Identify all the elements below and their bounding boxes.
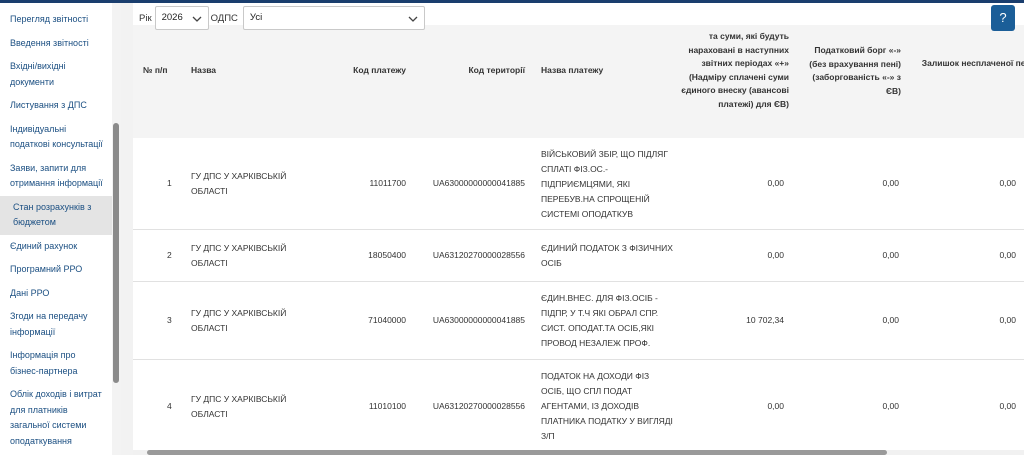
header-payment-code: Код платежу [353,65,406,75]
sidebar-item-business-partner[interactable]: Інформація про бізнес-партнера [0,344,112,383]
cell-num: 1 [167,178,172,188]
cell-payment-name: ЄДИН.ВНЕС. ДЛЯ ФІЗ.ОСІБ - ПІДПР, У Т.Ч Я… [541,293,659,348]
cell-tax-debt: 0,00 [882,250,899,260]
filters-bar: Рік 2026 ОДПС Усі [139,5,425,31]
cell-name: ГУ ДПС У ХАРКІВСЬКІЙ ОБЛАСТІ [191,308,287,333]
cell-num: 3 [167,315,172,325]
cell-payment-code: 11010100 [368,401,406,411]
table-horizontal-scrollbar[interactable] [133,450,1024,455]
sidebar-item-enter-reports[interactable]: Введення звітності [0,32,112,56]
cell-future-amounts: 0,00 [767,401,784,411]
odps-select-value: Усі [249,12,263,23]
sidebar-nav: Перегляд звітності Введення звітності Вх… [0,3,112,455]
cell-unpaid-penalty: 0,00 [999,401,1016,411]
sidebar-item-documents[interactable]: Вхідні/вихідні документи [0,55,112,94]
header-unpaid-penalty: Залишок несплаченої пені [921,58,1024,68]
cell-territory-code: UA63120270000028556 [432,250,525,260]
cell-unpaid-penalty: 0,00 [999,250,1016,260]
cell-payment-code: 18050400 [368,250,406,260]
cell-future-amounts: 0,00 [767,178,784,188]
cell-tax-debt: 0,00 [882,178,899,188]
sidebar-item-income-accounting[interactable]: Облік доходів і витрат для платників заг… [0,383,112,453]
cell-name: ГУ ДПС У ХАРКІВСЬКІЙ ОБЛАСТІ [191,243,287,268]
cell-unpaid-penalty: 0,00 [999,315,1016,325]
cell-tax-debt: 0,00 [882,315,899,325]
main-content: № п/п Назва Код платежу Код території На… [121,3,1024,455]
cell-name: ГУ ДПС У ХАРКІВСЬКІЙ ОБЛАСТІ [191,394,287,419]
sidebar-item-budget-settlements[interactable]: Стан розрахунків з бюджетом [0,195,112,235]
odps-label: ОДПС [210,12,238,24]
header-territory-code: Код території [468,65,525,75]
cell-tax-debt: 0,00 [882,401,899,411]
odps-select[interactable]: Усі [242,6,425,30]
horizontal-scrollbar-thumb[interactable] [147,450,887,455]
table-row: 2 ГУ ДПС У ХАРКІВСЬКІЙ ОБЛАСТІ 18050400 … [133,230,1024,282]
header-payment-name: Назва платежу [541,65,604,75]
year-label: Рік [139,12,152,24]
sidebar-item-software-rro[interactable]: Програмний РРО [0,258,112,282]
cell-payment-name: ВІЙСЬКОВИЙ ЗБІР, ЩО ПІДЛЯГ СПЛАТІ ФІЗ.ОС… [541,149,668,219]
chevron-down-icon [192,16,202,22]
cell-payment-code: 71040000 [368,315,406,325]
cell-num: 2 [167,250,172,260]
table-row: 3 ГУ ДПС У ХАРКІВСЬКІЙ ОБЛАСТІ 71040000 … [133,282,1024,360]
cell-future-amounts: 0,00 [767,250,784,260]
cell-territory-code: UA63000000000041885 [432,315,525,325]
cell-territory-code: UA63120270000028556 [432,401,525,411]
sidebar-item-view-reports[interactable]: Перегляд звітності [0,8,112,32]
cell-payment-name: ЄДИНИЙ ПОДАТОК З ФІЗИЧНИХ ОСІБ [541,243,673,268]
header-name: Назва [191,65,217,75]
table-header: № п/п Назва Код платежу Код території На… [133,25,1024,138]
sidebar-item-consultations[interactable]: Індивідуальні податкові консультації [0,118,112,157]
table-row: 1 ГУ ДПС У ХАРКІВСЬКІЙ ОБЛАСТІ 11011700 … [133,138,1024,230]
settlements-table: № п/п Назва Код платежу Код території На… [133,25,1024,449]
header-future-amounts: та суми, які будуть нараховані в наступн… [681,31,789,109]
year-select[interactable]: 2026 [154,6,209,30]
sidebar-item-single-account[interactable]: Єдиний рахунок [0,235,112,259]
sidebar-item-rro-data[interactable]: Дані РРО [0,282,112,306]
main-left-strip [121,3,133,455]
sidebar-item-consents[interactable]: Згоди на передачу інформації [0,305,112,344]
header-num: № п/п [143,65,168,75]
cell-num: 4 [167,401,172,411]
cell-name: ГУ ДПС У ХАРКІВСЬКІЙ ОБЛАСТІ [191,171,287,196]
header-tax-debt: Податковий борг «-» (без врахування пені… [809,45,901,96]
cell-future-amounts: 10 702,34 [746,315,784,325]
sidebar-item-correspondence[interactable]: Листування з ДПС [0,94,112,118]
cell-unpaid-penalty: 0,00 [999,178,1016,188]
sidebar-scrollbar-thumb[interactable] [113,123,119,383]
cell-payment-code: 11011700 [369,178,406,188]
help-button[interactable]: ? [991,5,1015,31]
chevron-down-icon [408,16,418,22]
sidebar-item-requests[interactable]: Заяви, запити для отримання інформації [0,157,112,196]
year-select-value: 2026 [161,12,183,23]
cell-territory-code: UA63000000000041885 [432,178,525,188]
cell-payment-name: ПОДАТОК НА ДОХОДИ ФІЗ ОСІБ, ЩО СПЛ ПОДАТ… [541,371,673,441]
table-row: 4 ГУ ДПС У ХАРКІВСЬКІЙ ОБЛАСТІ 11010100 … [133,360,1024,449]
